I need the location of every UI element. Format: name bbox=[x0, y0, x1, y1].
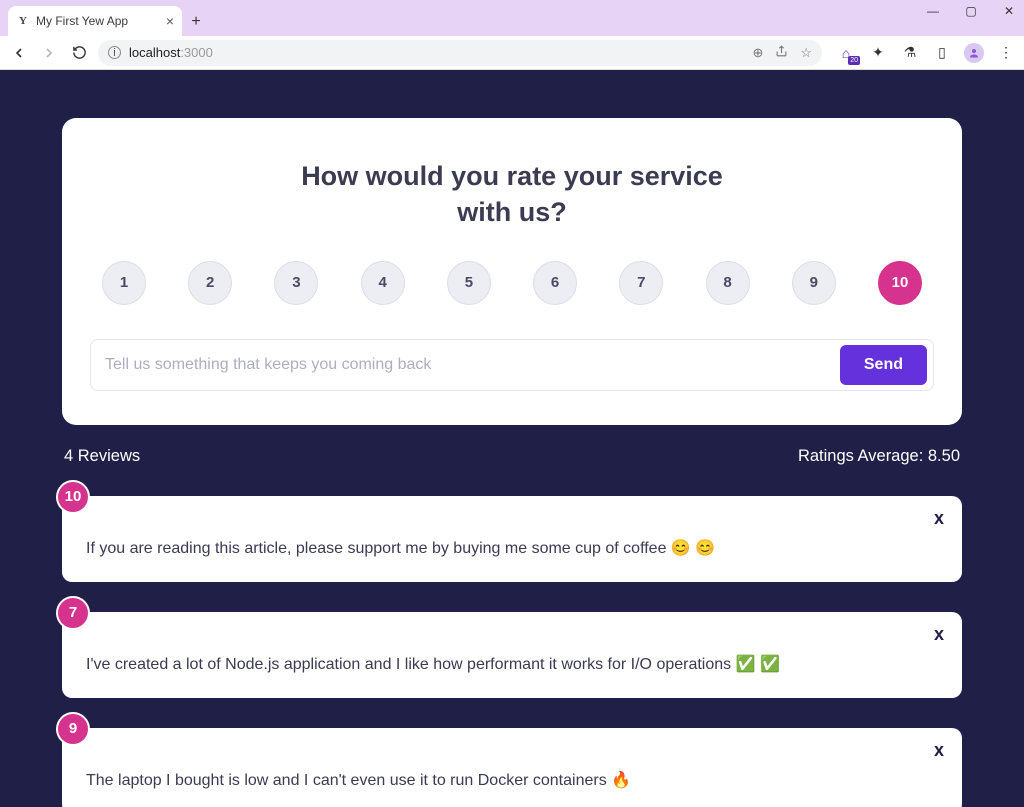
profile-avatar-icon[interactable] bbox=[964, 43, 984, 63]
heading-line1: How would you rate your service bbox=[301, 161, 723, 191]
rating-3[interactable]: 3 bbox=[274, 261, 318, 305]
tab-title: My First Yew App bbox=[36, 14, 128, 28]
close-window-icon[interactable]: ✕ bbox=[1000, 4, 1018, 18]
browser-titlebar: Y My First Yew App × + — ▢ ✕ bbox=[0, 0, 1024, 36]
page-body: How would you rate your service with us?… bbox=[0, 70, 1024, 807]
rating-10[interactable]: 10 bbox=[878, 261, 922, 305]
device-icon[interactable]: ▯ bbox=[932, 43, 952, 63]
rating-1[interactable]: 1 bbox=[102, 261, 146, 305]
stats-row: 4 Reviews Ratings Average: 8.50 bbox=[62, 447, 962, 466]
send-button[interactable]: Send bbox=[840, 345, 927, 385]
favicon-icon: Y bbox=[16, 14, 30, 28]
review-item: 9xThe laptop I bought is low and I can't… bbox=[62, 728, 962, 807]
minimize-icon[interactable]: — bbox=[924, 4, 942, 18]
url-host: localhost bbox=[129, 45, 180, 60]
share-icon[interactable] bbox=[775, 45, 788, 61]
rating-card: How would you rate your service with us?… bbox=[62, 118, 962, 425]
maximize-icon[interactable]: ▢ bbox=[962, 4, 980, 18]
rating-7[interactable]: 7 bbox=[619, 261, 663, 305]
zoom-icon[interactable]: ⊕ bbox=[752, 45, 763, 61]
extension-home-icon[interactable]: ⌂20 bbox=[836, 43, 856, 63]
new-tab-button[interactable]: + bbox=[182, 8, 210, 36]
reviews-list: 10xIf you are reading this article, plea… bbox=[62, 496, 962, 807]
review-score-badge: 7 bbox=[56, 596, 90, 630]
review-close-button[interactable]: x bbox=[934, 508, 944, 529]
heading-line2: with us? bbox=[457, 197, 567, 227]
rating-row: 123456789 10 bbox=[90, 261, 934, 305]
review-item: 7xI've created a lot of Node.js applicat… bbox=[62, 612, 962, 698]
address-bar: i localhost:3000 ⊕ ☆ ⌂20 ✦ ⚗ ▯ ⋮ bbox=[0, 36, 1024, 70]
rating-6[interactable]: 6 bbox=[533, 261, 577, 305]
reviews-count: 4 Reviews bbox=[64, 447, 140, 466]
extension-flask-icon[interactable]: ⚗ bbox=[900, 43, 920, 63]
review-text: The laptop I bought is low and I can't e… bbox=[86, 770, 938, 790]
close-tab-icon[interactable]: × bbox=[166, 14, 174, 28]
feedback-input-wrap: Send bbox=[90, 339, 934, 391]
review-text: If you are reading this article, please … bbox=[86, 538, 938, 558]
ratings-average: Ratings Average: 8.50 bbox=[798, 447, 960, 466]
back-icon[interactable] bbox=[8, 42, 30, 64]
forward-icon[interactable] bbox=[38, 42, 60, 64]
browser-tab[interactable]: Y My First Yew App × bbox=[8, 6, 182, 36]
extensions-icon[interactable]: ✦ bbox=[868, 43, 888, 63]
review-close-button[interactable]: x bbox=[934, 740, 944, 761]
card-heading: How would you rate your service with us? bbox=[90, 158, 934, 231]
review-text: I've created a lot of Node.js applicatio… bbox=[86, 654, 938, 674]
reload-icon[interactable] bbox=[68, 42, 90, 64]
rating-8[interactable]: 8 bbox=[706, 261, 750, 305]
site-info-icon[interactable]: i bbox=[108, 46, 121, 59]
feedback-input[interactable] bbox=[105, 356, 830, 374]
rating-9[interactable]: 9 bbox=[792, 261, 836, 305]
review-item: 10xIf you are reading this article, plea… bbox=[62, 496, 962, 582]
url-port: :3000 bbox=[180, 45, 213, 60]
rating-4[interactable]: 4 bbox=[361, 261, 405, 305]
toolbar-extensions: ⌂20 ✦ ⚗ ▯ ⋮ bbox=[836, 43, 1016, 63]
review-score-badge: 9 bbox=[56, 712, 90, 746]
url-input[interactable]: i localhost:3000 ⊕ ☆ bbox=[98, 40, 822, 66]
bookmark-icon[interactable]: ☆ bbox=[800, 45, 812, 61]
review-score-badge: 10 bbox=[56, 480, 90, 514]
rating-2[interactable]: 2 bbox=[188, 261, 232, 305]
review-close-button[interactable]: x bbox=[934, 624, 944, 645]
rating-5[interactable]: 5 bbox=[447, 261, 491, 305]
window-controls: — ▢ ✕ bbox=[924, 4, 1018, 18]
kebab-menu-icon[interactable]: ⋮ bbox=[996, 43, 1016, 63]
